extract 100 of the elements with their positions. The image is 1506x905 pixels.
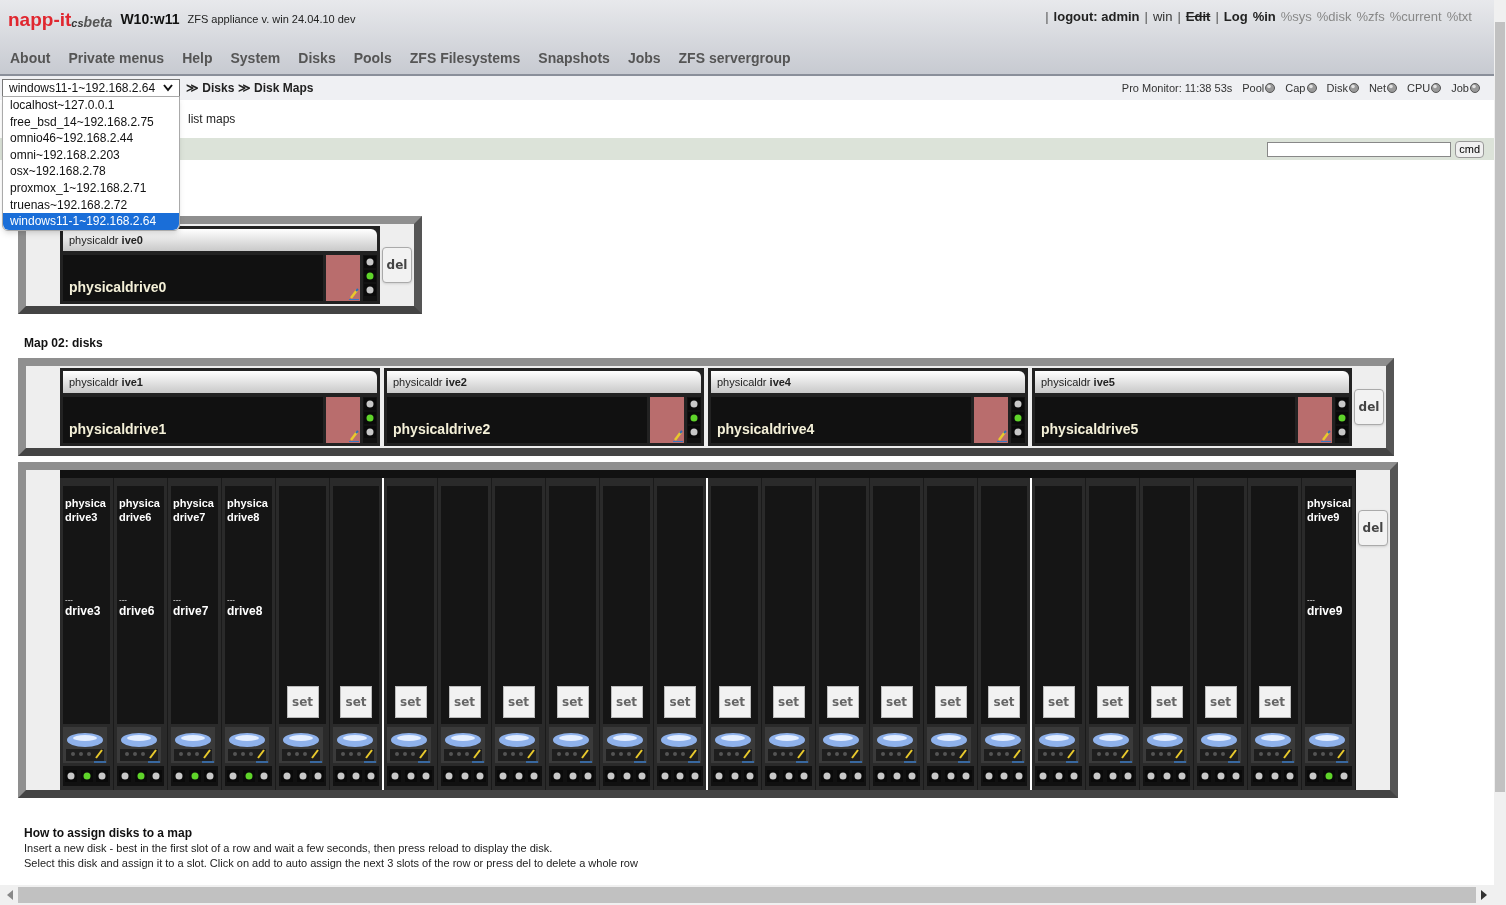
host-option[interactable]: windows11-1~192.168.2.64: [3, 213, 179, 230]
set-button[interactable]: set: [502, 686, 535, 718]
drive-bay-label: physicaldr ive4: [711, 371, 1025, 393]
command-field[interactable]: [1267, 141, 1452, 157]
header-link[interactable]: %current: [1389, 7, 1442, 27]
pencil-icon[interactable]: [673, 430, 683, 442]
set-button[interactable]: set: [1096, 686, 1129, 718]
drive-name: physicaldrive2: [393, 420, 491, 439]
drive-tray-icon: [225, 727, 269, 763]
drive-label: physica drive3: [65, 496, 106, 524]
host-option[interactable]: truenas~192.168.2.72: [3, 196, 179, 214]
drive-name: drive9: [1307, 604, 1344, 618]
drive-tray-icon: [873, 727, 917, 763]
header-link[interactable]: Edit: [1185, 7, 1211, 27]
set-button[interactable]: set: [610, 686, 643, 718]
set-button[interactable]: set: [556, 686, 589, 718]
drive-tray-icon: [1035, 727, 1079, 763]
delete-row-button[interactable]: del: [1353, 389, 1385, 425]
separator: |: [1215, 8, 1219, 26]
header-link[interactable]: %in: [1252, 7, 1276, 27]
cmd-button[interactable]: cmd: [1455, 140, 1484, 158]
menu-item[interactable]: Snapshots: [538, 48, 610, 69]
header-link[interactable]: %disk: [1316, 7, 1352, 27]
drive-separator: ---: [65, 596, 74, 604]
header-link[interactable]: %zfs: [1356, 7, 1385, 27]
status-led-icon: [1431, 83, 1442, 93]
pencil-icon[interactable]: [349, 288, 359, 300]
map-title: Map 02: disks: [23, 335, 104, 352]
set-button[interactable]: set: [772, 686, 805, 718]
drive-tray-icon: [1251, 727, 1295, 763]
host-option[interactable]: free_bsd_14~192.168.2.75: [3, 113, 179, 131]
drive-name: physicaldrive0: [69, 278, 167, 297]
drive-tray-icon: [387, 727, 431, 763]
set-button[interactable]: set: [394, 686, 427, 718]
menu-item[interactable]: Pools: [353, 48, 392, 69]
menu-item[interactable]: Help: [182, 48, 213, 69]
menu-item[interactable]: ZFS Filesystems: [409, 48, 521, 69]
set-button[interactable]: set: [1258, 686, 1291, 718]
drive-bay-label: physicaldr ive2: [387, 371, 701, 393]
pencil-icon[interactable]: [1321, 430, 1331, 442]
drive-label: physical drive9: [1307, 496, 1352, 524]
vertical-scrollbar[interactable]: [1494, 0, 1506, 905]
delete-row-button[interactable]: del: [381, 247, 413, 283]
monitor-label: Cap: [1285, 80, 1306, 96]
host-option[interactable]: osx~192.168.2.78: [3, 163, 179, 180]
drive-tray-icon: [441, 727, 485, 763]
header-link[interactable]: win: [1152, 7, 1173, 27]
set-button[interactable]: set: [826, 686, 859, 718]
drive-tray-icon: [1305, 727, 1349, 763]
set-button[interactable]: set: [448, 686, 481, 718]
status-led-icon: [1470, 83, 1480, 93]
header-link[interactable]: %txt: [1446, 7, 1472, 27]
set-button[interactable]: set: [880, 686, 913, 718]
host-option[interactable]: omnio46~192.168.2.44: [3, 130, 179, 147]
set-button[interactable]: set: [1150, 686, 1183, 718]
menu-item[interactable]: Disks: [298, 48, 336, 69]
menu-item[interactable]: About: [10, 48, 51, 69]
submenu-link[interactable]: list maps: [188, 110, 236, 128]
status-led-icon: [1348, 83, 1359, 93]
header-link[interactable]: logout: admin: [1053, 7, 1140, 27]
status-led-icon: [1265, 83, 1276, 93]
horizontal-scrollbar[interactable]: [0, 885, 1494, 905]
scroll-left-icon[interactable]: [6, 890, 14, 900]
set-button[interactable]: set: [664, 686, 696, 718]
drive-tray-icon: [1089, 727, 1133, 763]
set-button[interactable]: set: [934, 686, 967, 718]
host-option[interactable]: omni~192.168.2.203: [3, 146, 179, 164]
drive-tray-icon: [819, 727, 863, 763]
monitor-label: CPU: [1407, 80, 1431, 96]
drive-tray-icon: [171, 727, 215, 763]
drive-tray-icon: [117, 727, 161, 763]
set-button[interactable]: set: [1204, 686, 1237, 718]
drive-bay-label: physicaldr ive1: [63, 371, 377, 393]
drive-tray-icon: [1197, 727, 1241, 763]
drive-bay-label: physicaldr ive0: [63, 229, 377, 251]
menu-item[interactable]: Private menus: [68, 48, 165, 69]
status-led-icon: [1387, 83, 1397, 93]
host-option[interactable]: localhost~127.0.0.1: [3, 97, 179, 114]
set-button[interactable]: set: [340, 686, 372, 718]
host-option[interactable]: proxmox_1~192.168.2.71: [3, 179, 179, 197]
drive-separator: ---: [1307, 596, 1316, 604]
scroll-right-icon[interactable]: [1480, 890, 1488, 900]
header-link[interactable]: Log: [1223, 7, 1248, 27]
set-button[interactable]: set: [988, 686, 1020, 718]
monitor-label: Job: [1451, 80, 1469, 96]
pencil-icon[interactable]: [997, 430, 1007, 442]
header-link[interactable]: %sys: [1280, 7, 1312, 27]
menu-item[interactable]: ZFS servergroup: [678, 48, 791, 69]
set-button[interactable]: set: [1042, 686, 1075, 718]
separator: |: [1045, 8, 1049, 26]
drive-name: drive3: [65, 604, 102, 618]
host-select[interactable]: windows11-1~192.168.2.64: [2, 79, 180, 97]
set-button[interactable]: set: [286, 686, 319, 718]
delete-row-button[interactable]: del: [1357, 510, 1389, 546]
help-title: How to assign disks to a map: [24, 826, 194, 841]
set-button[interactable]: set: [718, 686, 751, 718]
pencil-icon[interactable]: [349, 430, 359, 442]
drive-tray-icon: [711, 727, 755, 763]
menu-item[interactable]: System: [230, 48, 281, 69]
menu-item[interactable]: Jobs: [627, 48, 661, 69]
